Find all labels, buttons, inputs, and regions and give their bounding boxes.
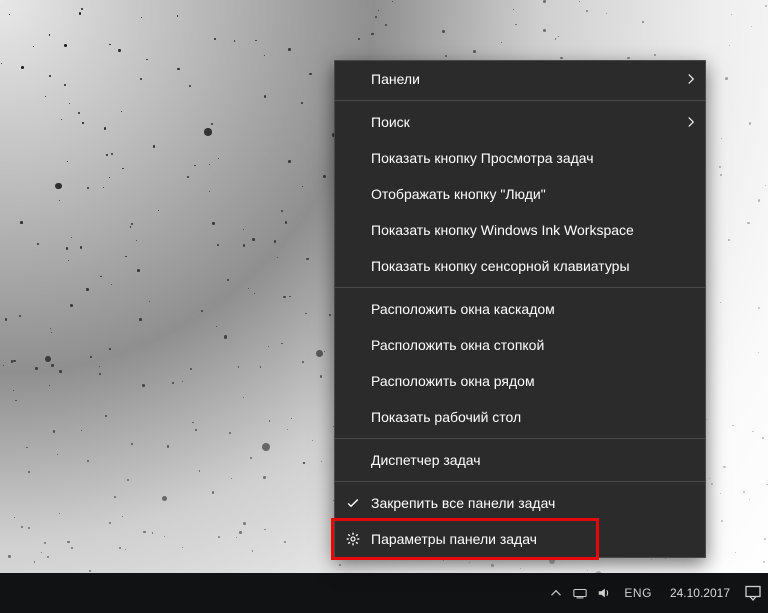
menu-item-taskbar-settings[interactable]: Параметры панели задач	[335, 521, 705, 557]
taskbar-context-menu: Панели Поиск Показать кнопку Просмотра зад…	[334, 60, 706, 558]
network-icon[interactable]	[572, 585, 588, 601]
menu-item-search[interactable]: Поиск	[335, 104, 705, 140]
menu-item-label: Закрепить все панели задач	[371, 495, 677, 511]
tray-up-icon[interactable]	[548, 585, 564, 601]
taskbar[interactable]: ENG 24.10.2017	[0, 573, 768, 613]
menu-item-show-touchkb[interactable]: Показать кнопку сенсорной клавиатуры	[335, 248, 705, 284]
action-center-icon[interactable]	[744, 584, 762, 602]
tray-date: 24.10.2017	[670, 586, 730, 600]
menu-item-stack[interactable]: Расположить окна стопкой	[335, 327, 705, 363]
menu-separator	[335, 100, 705, 101]
menu-item-label: Параметры панели задач	[371, 531, 677, 547]
menu-item-show-ink[interactable]: Показать кнопку Windows Ink Workspace	[335, 212, 705, 248]
menu-item-label: Показать рабочий стол	[371, 409, 677, 425]
menu-item-label: Диспетчер задач	[371, 452, 677, 468]
menu-item-label: Расположить окна каскадом	[371, 301, 677, 317]
menu-item-label: Панели	[371, 71, 677, 87]
menu-item-taskmgr[interactable]: Диспетчер задач	[335, 442, 705, 478]
menu-separator	[335, 481, 705, 482]
menu-item-show-taskview[interactable]: Показать кнопку Просмотра задач	[335, 140, 705, 176]
menu-item-label: Поиск	[371, 114, 677, 130]
language-indicator[interactable]: ENG	[620, 586, 656, 600]
check-icon	[335, 496, 371, 510]
menu-separator	[335, 287, 705, 288]
clock-date[interactable]: 24.10.2017	[664, 586, 736, 600]
chevron-right-icon	[677, 116, 705, 128]
menu-item-label: Расположить окна стопкой	[371, 337, 677, 353]
menu-separator	[335, 438, 705, 439]
menu-item-label: Показать кнопку Windows Ink Workspace	[371, 222, 677, 238]
system-tray: ENG 24.10.2017	[548, 573, 762, 613]
menu-item-cascade[interactable]: Расположить окна каскадом	[335, 291, 705, 327]
menu-item-label: Расположить окна рядом	[371, 373, 677, 389]
chevron-right-icon	[677, 73, 705, 85]
menu-item-show-desktop[interactable]: Показать рабочий стол	[335, 399, 705, 435]
gear-icon	[335, 532, 371, 546]
menu-item-lock-taskbars[interactable]: Закрепить все панели задач	[335, 485, 705, 521]
menu-item-label: Отображать кнопку "Люди"	[371, 186, 677, 202]
menu-item-label: Показать кнопку сенсорной клавиатуры	[371, 258, 677, 274]
menu-item-label: Показать кнопку Просмотра задач	[371, 150, 677, 166]
menu-item-show-people[interactable]: Отображать кнопку "Люди"	[335, 176, 705, 212]
menu-item-toolbars[interactable]: Панели	[335, 61, 705, 97]
volume-icon[interactable]	[596, 585, 612, 601]
menu-item-sidebyside[interactable]: Расположить окна рядом	[335, 363, 705, 399]
